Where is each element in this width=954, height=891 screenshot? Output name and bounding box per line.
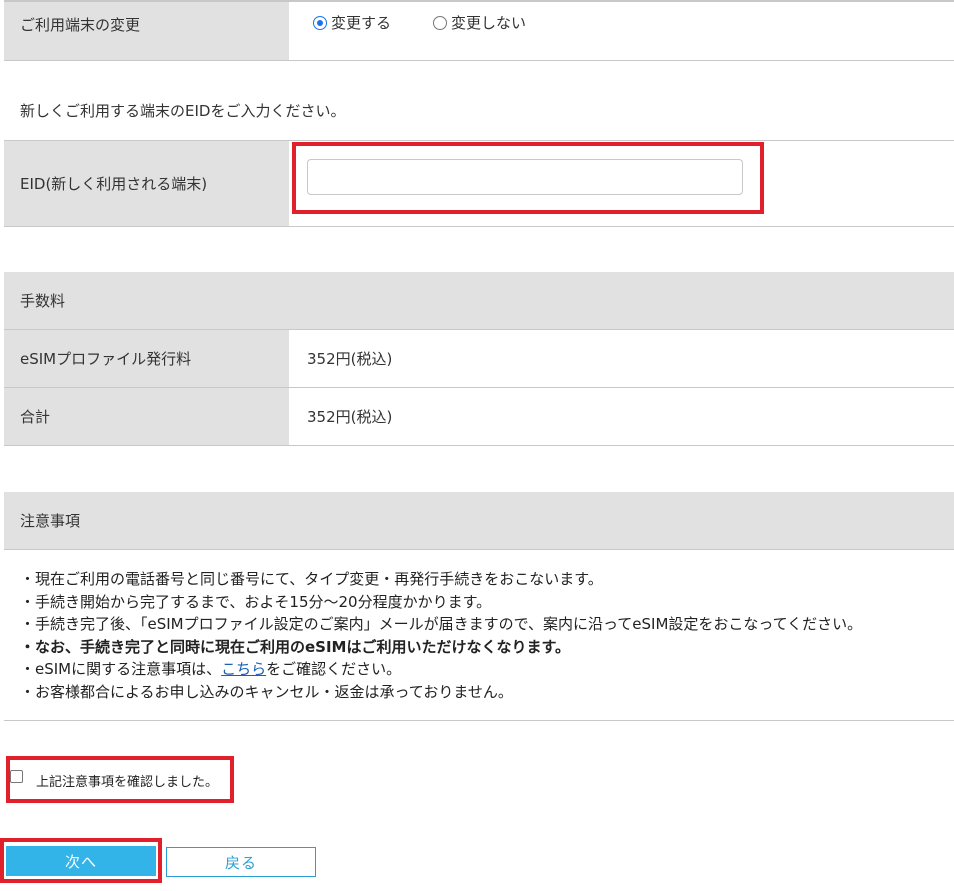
back-button[interactable]: 戻る [166, 847, 316, 877]
note-line-link: ・eSIMに関する注意事項は、こちらをご確認ください。 [20, 660, 402, 678]
device-change-row: ご利用端末の変更 変更する 変更しない [4, 0, 954, 61]
fee-issue-label: eSIMプロファイル発行料 [4, 330, 289, 387]
notes-divider [4, 720, 954, 721]
confirm-label[interactable]: 上記注意事項を確認しました。 [36, 771, 218, 790]
radio-change-label: 変更する [331, 14, 392, 32]
radio-no-change-label: 変更しない [451, 14, 527, 32]
radio-change-button[interactable] [313, 15, 327, 30]
device-change-options: 変更する 変更しない [289, 2, 954, 60]
next-button[interactable]: 次へ [6, 846, 156, 876]
note-line: ・現在ご利用の電話番号と同じ番号にて、タイプ変更・再発行手続きをおこないます。 [20, 570, 603, 588]
notes-heading: 注意事項 [4, 492, 954, 550]
fee-total-label: 合計 [4, 388, 289, 445]
radio-no-change-button[interactable] [433, 15, 448, 30]
note-line: ・手続き開始から完了するまで、およそ15分～20分程度かかります。 [20, 592, 492, 611]
fee-row-total: 合計 352円(税込) [4, 388, 954, 446]
radio-no-change[interactable]: 変更しない [433, 12, 526, 33]
eid-instruction: 新しくご利用する端末のEIDをご入力ください。 [20, 102, 346, 120]
confirm-checkbox[interactable] [10, 770, 23, 783]
fee-issue-value: 352円(税込) [289, 330, 954, 387]
notes-list: ・現在ご利用の電話番号と同じ番号にて、タイプ変更・再発行手続きをおこないます。 … [20, 568, 862, 703]
fee-total-value: 352円(税込) [289, 388, 954, 445]
device-change-label: ご利用端末の変更 [4, 2, 289, 60]
radio-change[interactable]: 変更する [313, 12, 391, 33]
eid-label: EID(新しく利用される端末) [4, 141, 289, 226]
notes-link[interactable]: こちら [221, 660, 266, 678]
eid-input[interactable] [307, 159, 743, 195]
fee-heading: 手数料 [4, 272, 954, 330]
note-line-bold: ・なお、手続き完了と同時に現在ご利用のeSIMはご利用いただけなくなります。 [20, 637, 570, 656]
note-line: ・お客様都合によるお申し込みのキャンセル・返金は承っておりません。 [20, 682, 513, 701]
fee-row-issue: eSIMプロファイル発行料 352円(税込) [4, 330, 954, 388]
note-line: ・手続き完了後、「eSIMプロファイル設定のご案内」メールが届きますので、案内に… [20, 615, 863, 633]
